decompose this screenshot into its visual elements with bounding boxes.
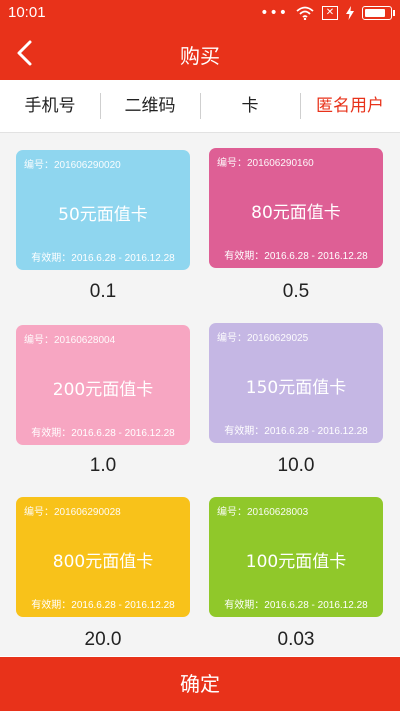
card-price: 1.0 <box>89 455 117 476</box>
charging-bolt-icon <box>346 6 354 20</box>
status-icons: ••• ✕ <box>260 4 395 22</box>
card-serial: 编号：201606290020 <box>24 160 121 171</box>
battery-icon <box>362 6 395 20</box>
card-price: 0.5 <box>282 281 310 302</box>
tab-anonymous-user[interactable]: 匿名用户 <box>300 80 400 132</box>
gift-card[interactable]: 编号：201606290028 800元面值卡 有效期：2016.6.28 - … <box>16 497 190 617</box>
card-price: 0.03 <box>277 629 315 650</box>
app-bar: 购买 <box>0 26 400 80</box>
wifi-icon <box>296 6 314 20</box>
tab-card[interactable]: 卡 <box>200 80 300 132</box>
card-price: 0.1 <box>89 281 117 302</box>
card-validity: 有效期：2016.6.28 - 2016.12.28 <box>224 251 368 262</box>
status-bar: 10:01 ••• ✕ <box>0 0 400 26</box>
gift-card[interactable]: 编号：201606290020 50元面值卡 有效期：2016.6.28 - 2… <box>16 150 190 270</box>
card-title: 100元面值卡 <box>245 552 347 572</box>
card-serial: 编号：20160628003 <box>217 507 309 518</box>
card-price: 20.0 <box>84 629 122 650</box>
battery-fill <box>365 9 385 17</box>
card-title: 50元面值卡 <box>58 205 148 225</box>
card-grid: 编号：201606290020 50元面值卡 有效期：2016.6.28 - 2… <box>0 133 400 656</box>
gift-card[interactable]: 编号：20160628003 100元面值卡 有效期：2016.6.28 - 2… <box>209 497 383 617</box>
card-validity: 有效期：2016.6.28 - 2016.12.28 <box>224 426 368 437</box>
card-title: 800元面值卡 <box>52 552 154 572</box>
gift-card[interactable]: 编号：201606290160 80元面值卡 有效期：2016.6.28 - 2… <box>209 148 383 268</box>
card-serial: 编号：20160629025 <box>217 333 309 344</box>
card-validity: 有效期：2016.6.28 - 2016.12.28 <box>31 253 175 264</box>
gift-card[interactable]: 编号：20160629025 150元面值卡 有效期：2016.6.28 - 2… <box>209 323 383 443</box>
status-time: 10:01 <box>8 4 46 21</box>
more-dots: ••• <box>260 5 288 21</box>
card-serial: 编号：201606290028 <box>24 507 121 518</box>
card-price: 10.0 <box>277 455 315 476</box>
x-box-icon: ✕ <box>322 6 338 20</box>
card-title: 80元面值卡 <box>251 203 341 223</box>
page-title: 购买 <box>180 44 220 68</box>
card-title: 150元面值卡 <box>245 378 347 398</box>
card-validity: 有效期：2016.6.28 - 2016.12.28 <box>31 428 175 439</box>
tab-qr-code[interactable]: 二维码 <box>100 80 200 132</box>
confirm-button[interactable]: 确定 <box>0 657 400 711</box>
tab-bar: 手机号 二维码 卡 匿名用户 <box>0 80 400 133</box>
card-validity: 有效期：2016.6.28 - 2016.12.28 <box>31 600 175 611</box>
tab-phone-number[interactable]: 手机号 <box>0 80 100 132</box>
card-serial: 编号：201606290160 <box>217 158 314 169</box>
gift-card[interactable]: 编号：20160628004 200元面值卡 有效期：2016.6.28 - 2… <box>16 325 190 445</box>
card-title: 200元面值卡 <box>52 380 154 400</box>
card-serial: 编号：20160628004 <box>24 335 116 346</box>
card-validity: 有效期：2016.6.28 - 2016.12.28 <box>224 600 368 611</box>
